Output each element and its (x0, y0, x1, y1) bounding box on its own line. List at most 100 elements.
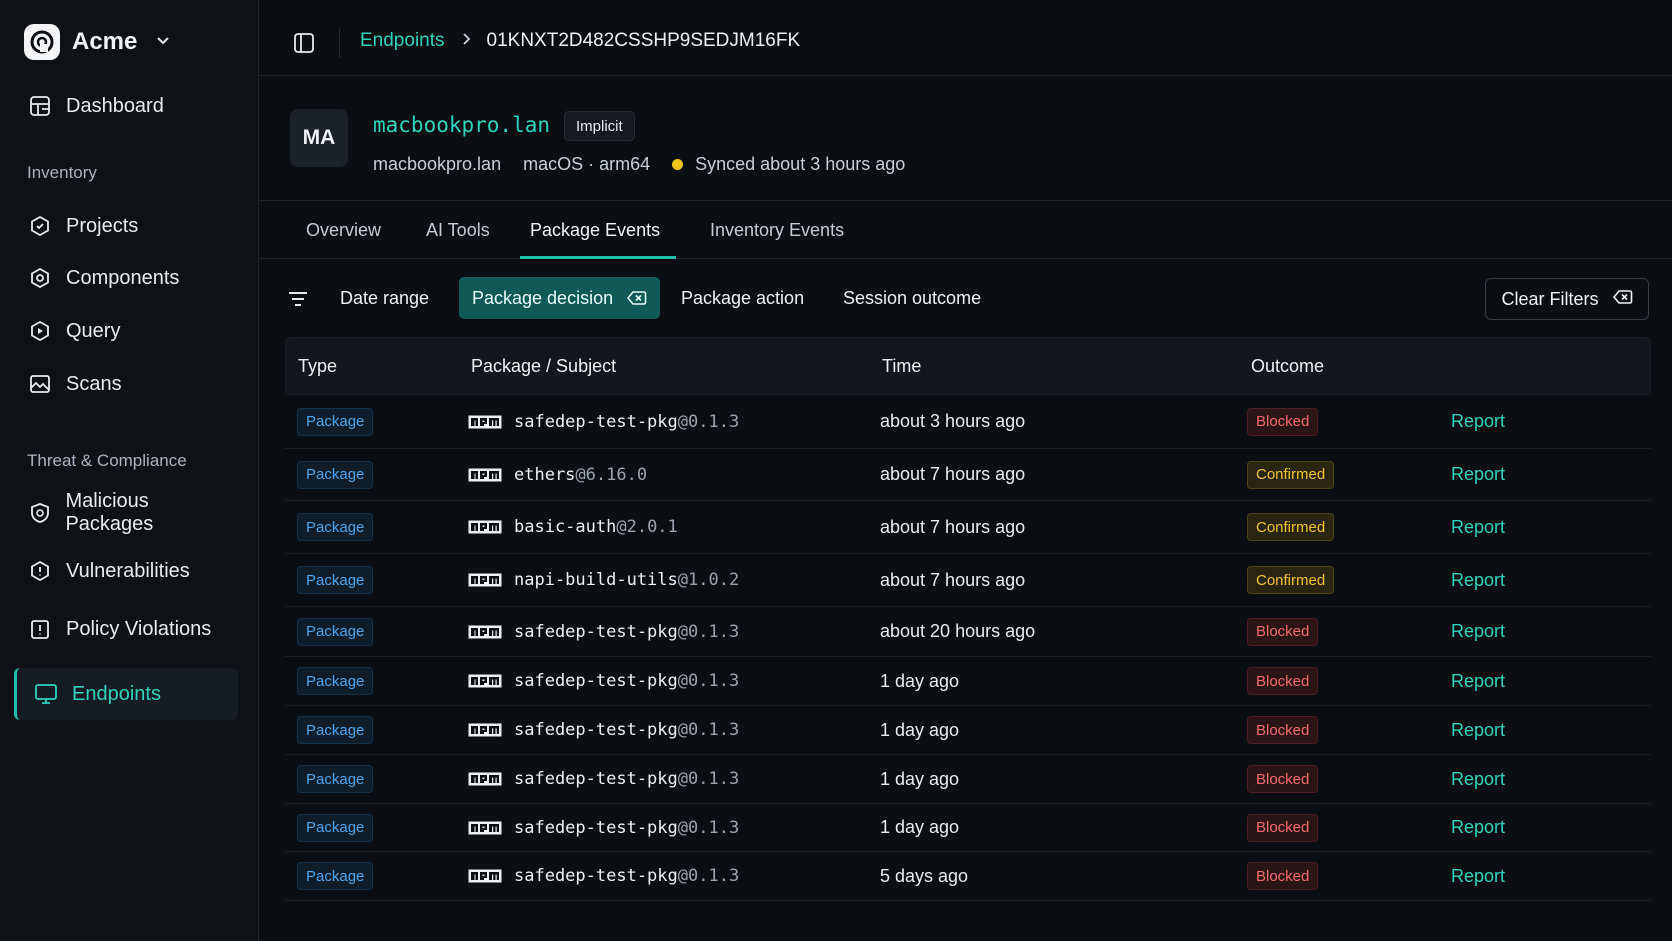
outcome-badge: Blocked (1247, 716, 1319, 744)
tab-package-events[interactable]: Package Events (530, 201, 660, 259)
outcome-badge: Blocked (1247, 862, 1319, 890)
shield-bug-icon (28, 501, 51, 525)
package-subject[interactable]: safedep-test-pkg @0.1.3 (468, 769, 739, 789)
report-link[interactable]: Report (1451, 817, 1505, 838)
package-subject[interactable]: safedep-test-pkg @0.1.3 (468, 412, 739, 432)
projects-icon (28, 214, 52, 238)
outcome-badge: Blocked (1247, 667, 1319, 695)
filter-session-outcome[interactable]: Session outcome (830, 277, 994, 319)
report-link[interactable]: Report (1451, 464, 1505, 485)
filter-package-action[interactable]: Package action (668, 277, 817, 319)
report-link[interactable]: Report (1451, 671, 1505, 692)
report-link[interactable]: Report (1451, 411, 1505, 432)
event-time: 5 days ago (880, 865, 969, 886)
package-subject[interactable]: safedep-test-pkg @0.1.3 (468, 818, 739, 838)
policy-icon (28, 617, 52, 641)
package-version: @0.1.3 (677, 621, 740, 642)
sidebar: Acme Dashboard Inventory Projects Compon… (0, 0, 259, 941)
nav-section-inventory: Inventory (27, 163, 97, 182)
report-link[interactable]: Report (1451, 866, 1505, 887)
report-link[interactable]: Report (1451, 769, 1505, 790)
sidebar-item-vulnerabilities[interactable]: Vulnerabilities (14, 545, 238, 597)
package-version: @1.0.2 (677, 570, 740, 590)
npm-icon (468, 520, 502, 534)
clear-filters-button[interactable]: Clear Filters (1485, 278, 1649, 320)
page-title: macbookpro.lan (373, 113, 551, 137)
tab-overview[interactable]: Overview (306, 201, 381, 259)
query-icon (28, 319, 52, 343)
org-switcher[interactable]: Acme (24, 22, 171, 62)
package-name: safedep-test-pkg (514, 720, 678, 740)
sidebar-item-query[interactable]: Query (14, 305, 238, 357)
table-row[interactable]: Package safedep-test-pkg @0.1.3 5 days ag… (285, 852, 1651, 901)
table-header: Type Package / Subject Time Outcome (285, 337, 1651, 395)
package-name: napi-build-utils (514, 570, 678, 590)
sidebar-item-malicious-packages[interactable]: Malicious Packages (14, 487, 238, 539)
sidebar-item-label: Projects (66, 214, 139, 237)
tab-ai-tools[interactable]: AI Tools (426, 201, 490, 259)
sidebar-item-policy-violations[interactable]: Policy Violations (14, 603, 238, 655)
filter-date-range[interactable]: Date range (327, 277, 442, 319)
package-subject[interactable]: ethers @6.16.0 (468, 465, 647, 485)
sidebar-item-dashboard[interactable]: Dashboard (14, 80, 238, 132)
report-link[interactable]: Report (1451, 621, 1505, 642)
package-name: safedep-test-pkg (514, 621, 678, 642)
nav-section-threat: Threat & Compliance (27, 451, 187, 470)
package-subject[interactable]: safedep-test-pkg @0.1.3 (468, 671, 739, 691)
table-row[interactable]: Package safedep-test-pkg @0.1.3 1 day ago… (285, 755, 1651, 804)
filter-package-decision[interactable]: Package decision (459, 277, 661, 319)
active-tab-indicator (520, 256, 676, 259)
sidebar-item-scans[interactable]: Scans (14, 358, 238, 410)
table-row[interactable]: Package napi-build-utils @1.0.2 about 7 h… (285, 554, 1651, 607)
sidebar-item-label: Vulnerabilities (66, 559, 190, 582)
outcome-badge: Blocked (1247, 617, 1319, 646)
package-name: safedep-test-pkg (514, 671, 678, 691)
npm-icon (468, 415, 502, 429)
package-subject[interactable]: safedep-test-pkg @0.1.3 (468, 720, 739, 740)
event-time: 1 day ago (880, 719, 960, 740)
sidebar-item-endpoints[interactable]: Endpoints (14, 668, 238, 720)
package-version: @0.1.3 (677, 866, 740, 886)
column-header-type: Type (298, 356, 338, 376)
sidebar-item-label: Components (66, 266, 180, 289)
sync-status: Synced about 3 hours ago (672, 154, 905, 175)
package-version: @0.1.3 (677, 769, 740, 789)
package-subject[interactable]: napi-build-utils @1.0.2 (468, 570, 739, 590)
report-link[interactable]: Report (1451, 517, 1505, 538)
table-row[interactable]: Package safedep-test-pkg @0.1.3 1 day ago… (285, 706, 1651, 755)
type-badge: Package (297, 513, 374, 541)
sidebar-item-projects[interactable]: Projects (14, 200, 238, 252)
sidebar-item-label: Endpoints (72, 682, 161, 705)
table-row[interactable]: Package safedep-test-pkg @0.1.3 about 3 h… (285, 395, 1651, 449)
table-row[interactable]: Package safedep-test-pkg @0.1.3 1 day ago… (285, 804, 1651, 852)
report-link[interactable]: Report (1451, 720, 1505, 741)
type-badge: Package (297, 460, 374, 489)
npm-icon (468, 468, 502, 482)
type-badge: Package (297, 813, 374, 842)
package-subject[interactable]: safedep-test-pkg @0.1.3 (468, 622, 739, 642)
npm-icon (468, 869, 502, 883)
tab-inventory-events[interactable]: Inventory Events (710, 201, 844, 259)
package-subject[interactable]: safedep-test-pkg @0.1.3 (468, 866, 739, 886)
event-time: about 7 hours ago (880, 464, 1026, 484)
package-version: @2.0.1 (616, 517, 678, 537)
outcome-badge: Blocked (1247, 813, 1319, 842)
table-row[interactable]: Package safedep-test-pkg @0.1.3 1 day ago… (285, 657, 1651, 706)
table-row[interactable]: Package ethers @6.16.0 about 7 hours ago … (285, 449, 1651, 501)
type-badge: Package (297, 716, 374, 744)
sidebar-toggle-icon[interactable] (293, 32, 315, 54)
breadcrumb-endpoints-link[interactable]: Endpoints (360, 30, 445, 52)
report-link[interactable]: Report (1451, 570, 1505, 591)
table-row[interactable]: Package safedep-test-pkg @0.1.3 about 20 … (285, 607, 1651, 657)
event-time: about 3 hours ago (880, 411, 1026, 431)
table-row[interactable]: Package basic-auth @2.0.1 about 7 hours a… (285, 501, 1651, 554)
sidebar-item-components[interactable]: Components (14, 252, 238, 304)
npm-icon (468, 772, 502, 786)
package-subject[interactable]: basic-auth @2.0.1 (468, 517, 678, 537)
filter-icon[interactable] (287, 289, 309, 309)
backspace-icon (1612, 289, 1633, 310)
scans-icon (28, 372, 52, 396)
endpoint-meta: macbookpro.lan macOS · arm64 Synced abou… (373, 154, 905, 175)
clear-filter-icon[interactable] (627, 290, 647, 306)
npm-icon (468, 625, 502, 639)
